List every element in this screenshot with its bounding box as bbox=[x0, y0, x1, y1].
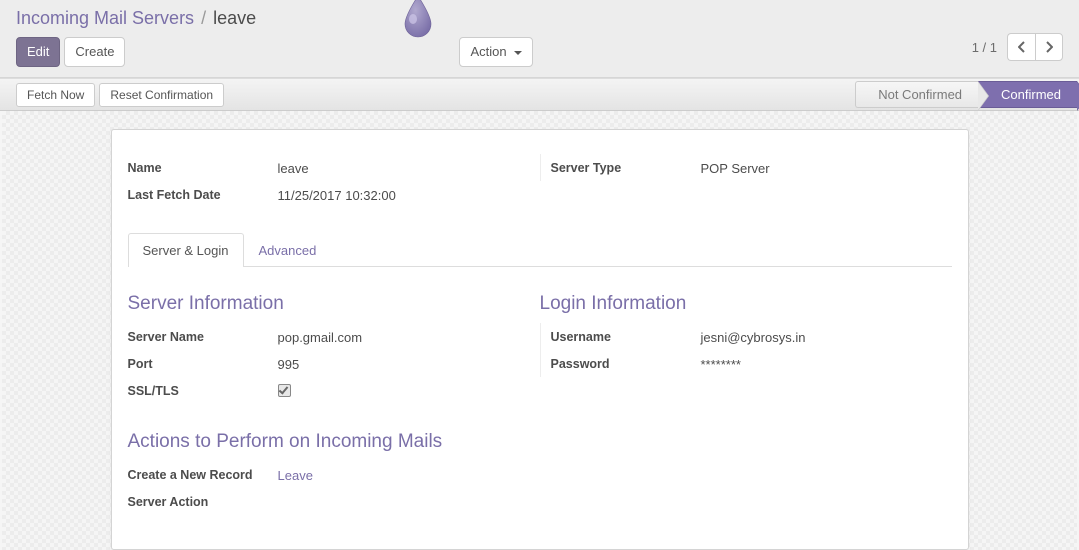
pager-prev-button[interactable] bbox=[1007, 33, 1035, 61]
port-label: Port bbox=[128, 355, 278, 371]
name-value: leave bbox=[278, 159, 522, 176]
password-value: ******** bbox=[701, 355, 934, 372]
breadcrumb: Incoming Mail Servers / leave bbox=[16, 8, 1063, 33]
name-label: Name bbox=[128, 159, 278, 175]
server-name-label: Server Name bbox=[128, 328, 278, 344]
stage-not-confirmed[interactable]: Not Confirmed bbox=[855, 81, 978, 108]
last-fetch-value: 11/25/2017 10:32:00 bbox=[278, 186, 522, 203]
stage-confirmed[interactable]: Confirmed bbox=[978, 81, 1077, 108]
pager: 1 / 1 bbox=[972, 33, 1063, 61]
breadcrumb-root[interactable]: Incoming Mail Servers bbox=[16, 8, 194, 28]
username-label: Username bbox=[551, 328, 701, 344]
last-fetch-label: Last Fetch Date bbox=[128, 186, 278, 202]
server-name-value: pop.gmail.com bbox=[278, 328, 522, 345]
fetch-now-button[interactable]: Fetch Now bbox=[16, 83, 95, 107]
server-type-value: POP Server bbox=[701, 159, 934, 176]
create-button[interactable]: Create bbox=[64, 37, 125, 67]
section-actions-title: Actions to Perform on Incoming Mails bbox=[128, 431, 952, 453]
tabs: Server & Login Advanced bbox=[128, 232, 952, 267]
control-panel: Incoming Mail Servers / leave Edit Creat… bbox=[0, 0, 1079, 78]
create-record-value[interactable]: Leave bbox=[278, 466, 522, 483]
ssl-value bbox=[278, 382, 522, 400]
form-sheet: Name leave Last Fetch Date 11/25/2017 10… bbox=[111, 129, 969, 550]
chevron-left-icon bbox=[1018, 41, 1026, 53]
create-record-label: Create a New Record bbox=[128, 466, 278, 482]
chevron-down-icon bbox=[514, 51, 522, 55]
password-label: Password bbox=[551, 355, 701, 371]
form-background: Name leave Last Fetch Date 11/25/2017 10… bbox=[2, 111, 1077, 550]
username-value: jesni@cybrosys.in bbox=[701, 328, 934, 345]
pager-text: 1 / 1 bbox=[972, 40, 997, 55]
tab-server-login[interactable]: Server & Login bbox=[128, 233, 244, 267]
ssl-label: SSL/TLS bbox=[128, 382, 278, 398]
server-type-label: Server Type bbox=[551, 159, 701, 175]
pager-next-button[interactable] bbox=[1035, 33, 1063, 61]
checkbox-checked-icon bbox=[278, 384, 291, 397]
breadcrumb-current: leave bbox=[213, 8, 256, 28]
action-dropdown-label: Action bbox=[470, 44, 506, 59]
status-bar: Fetch Now Reset Confirmation Not Confirm… bbox=[0, 78, 1079, 111]
edit-button[interactable]: Edit bbox=[16, 37, 60, 67]
reset-confirmation-button[interactable]: Reset Confirmation bbox=[99, 83, 224, 107]
server-action-value bbox=[278, 493, 522, 495]
chevron-right-icon bbox=[1045, 41, 1053, 53]
section-server-info-title: Server Information bbox=[128, 293, 522, 315]
section-login-info-title: Login Information bbox=[540, 293, 934, 315]
status-stages: Not Confirmed Confirmed bbox=[855, 81, 1077, 108]
tab-advanced[interactable]: Advanced bbox=[244, 233, 332, 267]
port-value: 995 bbox=[278, 355, 522, 372]
server-action-label: Server Action bbox=[128, 493, 278, 509]
action-dropdown[interactable]: Action bbox=[459, 37, 533, 67]
